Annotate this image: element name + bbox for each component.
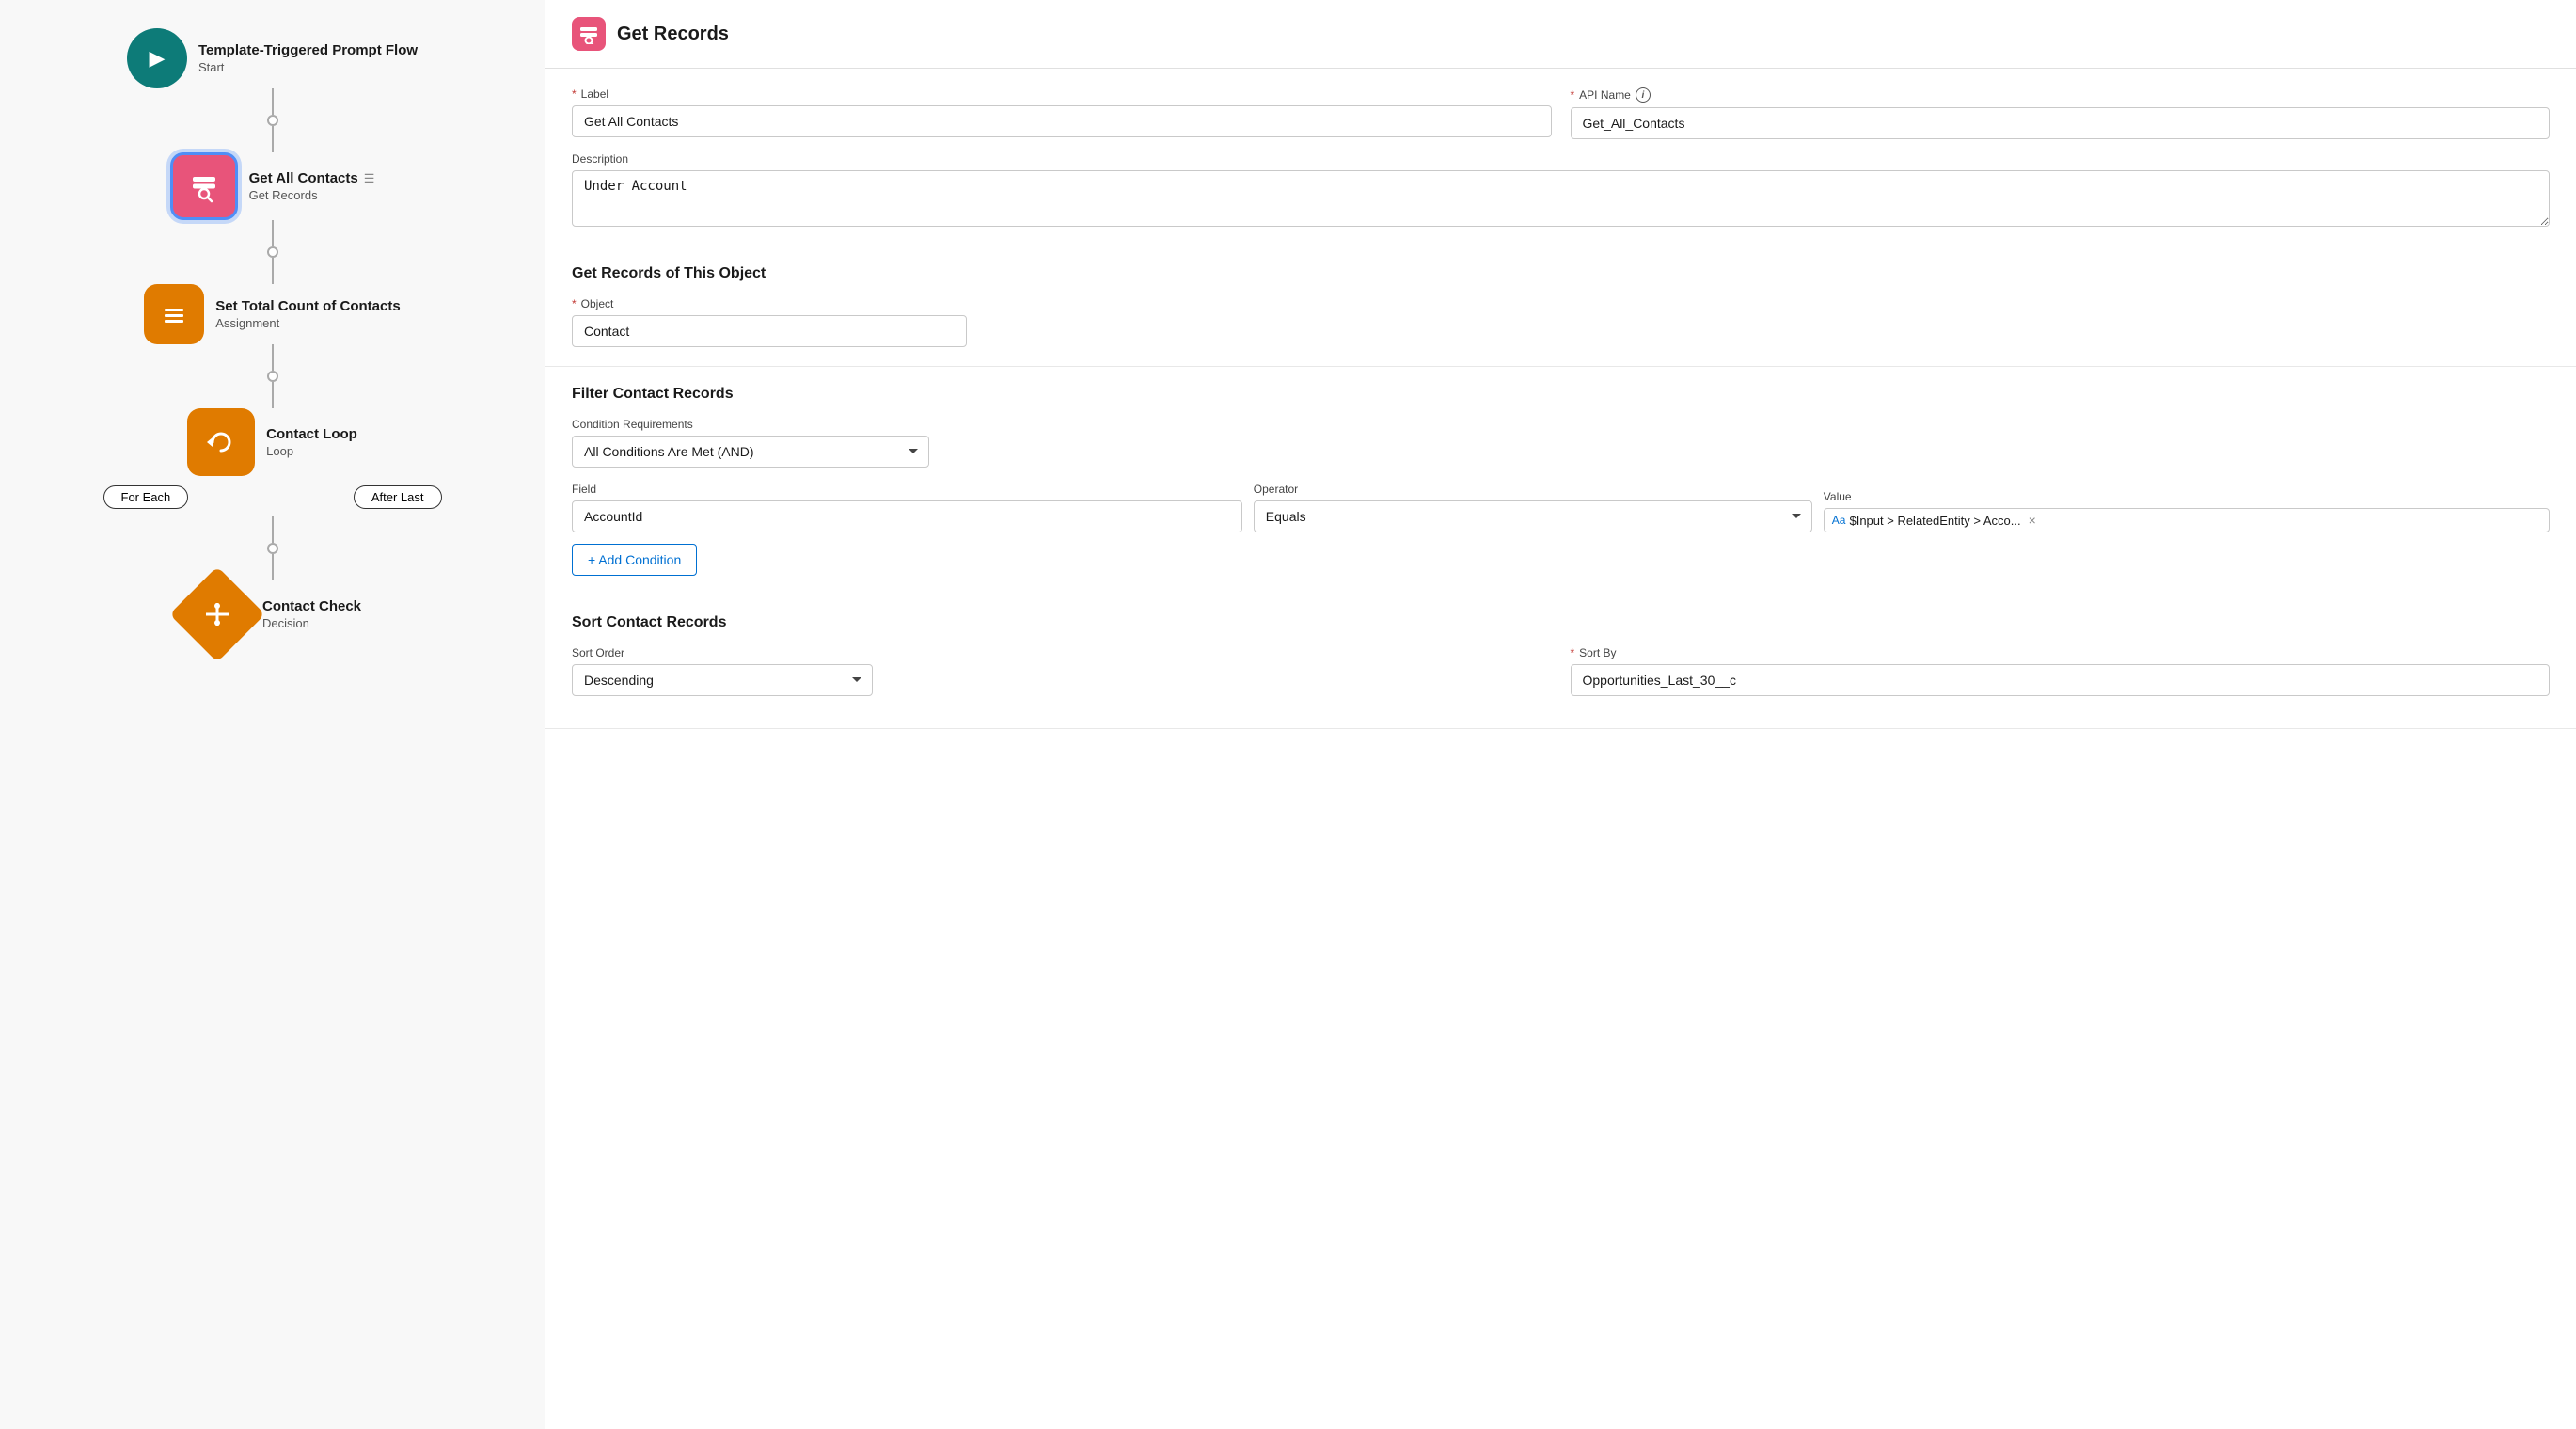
description-textarea[interactable]: Under Account (572, 170, 2550, 227)
records-svg (187, 169, 221, 203)
start-node: ▶ Template-Triggered Prompt Flow Start (127, 28, 418, 88)
description-group: Description Under Account (572, 152, 2550, 227)
description-label: Description (572, 152, 2550, 166)
api-name-input[interactable] (1571, 107, 2551, 139)
tag-close-icon[interactable]: × (2029, 513, 2036, 528)
condition-operator-label: Operator (1254, 483, 1812, 496)
connector-6 (272, 382, 274, 408)
set-total-count-node: Set Total Count of Contacts Assignment (144, 284, 400, 344)
get-contacts-info-icon[interactable]: ☰ (364, 171, 375, 186)
tag-type-icon: Aa (1832, 514, 1846, 527)
contact-check-label: Contact Check (262, 598, 361, 614)
contact-check-sublabel: Decision (262, 616, 361, 630)
label-group: * Label (572, 87, 1552, 139)
condition-requirements-group: Condition Requirements All Conditions Ar… (572, 418, 929, 468)
properties-panel: Get Records * Label * API Name i (545, 0, 2576, 1429)
decision-node-icon[interactable] (169, 566, 265, 662)
sort-by-group: * Sort By (1571, 646, 2551, 696)
connector-5 (272, 344, 274, 371)
condition-field-input[interactable] (572, 500, 1242, 532)
api-name-info-icon[interactable]: i (1636, 87, 1651, 103)
set-total-count-label: Set Total Count of Contacts (215, 298, 400, 314)
object-group: * Object (572, 297, 2550, 347)
condition-field-group: Field (572, 483, 1242, 532)
sort-by-label: * Sort By (1571, 646, 2551, 659)
sort-order-select[interactable]: Ascending Descending (572, 664, 873, 696)
sort-order-group: Sort Order Ascending Descending (572, 646, 1552, 696)
api-name-group: * API Name i (1571, 87, 2551, 139)
api-name-field-label: * API Name i (1571, 87, 2551, 103)
object-input[interactable] (572, 315, 967, 347)
dot-4 (267, 543, 278, 554)
contact-loop-sublabel: Loop (266, 444, 357, 458)
sort-row: Sort Order Ascending Descending * Sort B… (572, 646, 2550, 696)
sort-by-input[interactable] (1571, 664, 2551, 696)
contact-loop-label: Contact Loop (266, 426, 357, 442)
condition-field-label: Field (572, 483, 1242, 496)
dot-1 (267, 115, 278, 126)
panel-header: Get Records (545, 0, 2576, 69)
filter-section-title: Filter Contact Records (572, 386, 2550, 403)
condition-requirements-label: Condition Requirements (572, 418, 929, 431)
assignment-svg (159, 299, 189, 329)
panel-title: Get Records (617, 24, 729, 45)
condition-operator-select[interactable]: Equals Not Equal To Contains Starts With… (1254, 500, 1812, 532)
add-condition-button[interactable]: + Add Condition (572, 544, 697, 576)
get-all-contacts-node: Get All Contacts ☰ Get Records (170, 152, 375, 220)
after-last-branch: After Last (354, 485, 442, 516)
for-each-label[interactable]: For Each (103, 485, 189, 509)
dot-2 (267, 246, 278, 258)
after-last-label[interactable]: After Last (354, 485, 442, 509)
filter-section: Filter Contact Records Condition Require… (545, 367, 2576, 595)
loop-node-icon[interactable] (187, 408, 255, 476)
set-total-count-sublabel: Assignment (215, 316, 400, 330)
label-api-row: * Label * API Name i (572, 87, 2550, 139)
connector-7 (272, 516, 274, 543)
sort-order-label: Sort Order (572, 646, 1552, 659)
flow-canvas: ▶ Template-Triggered Prompt Flow Start (0, 0, 545, 1429)
object-field-label: * Object (572, 297, 2550, 310)
condition-operator-group: Operator Equals Not Equal To Contains St… (1254, 483, 1812, 532)
condition-value-tag: Aa $Input > RelatedEntity > Acco... × (1832, 513, 2036, 528)
get-contacts-node-sublabel: Get Records (249, 188, 375, 202)
get-records-node-icon[interactable] (170, 152, 238, 220)
start-node-sublabel: Start (198, 60, 418, 74)
label-field-label: * Label (572, 87, 1552, 101)
connector-2 (272, 126, 274, 152)
connector-3 (272, 220, 274, 246)
start-node-label: Template-Triggered Prompt Flow (198, 42, 418, 58)
contact-loop-section: Contact Loop Loop For Each After Last (19, 408, 526, 648)
panel-header-icon (572, 17, 606, 51)
label-input[interactable] (572, 105, 1552, 137)
contact-check-node: Contact Check Decision (183, 580, 361, 648)
condition-requirements-select[interactable]: All Conditions Are Met (AND) Any Conditi… (572, 436, 929, 468)
panel-header-icon-svg (578, 24, 599, 44)
label-api-section: * Label * API Name i Description Under A… (545, 69, 2576, 246)
dot-3 (267, 371, 278, 382)
start-node-icon[interactable]: ▶ (127, 28, 187, 88)
condition-row-0: Field Operator Equals Not Equal To Conta… (572, 483, 2550, 532)
tag-text: $Input > RelatedEntity > Acco... (1849, 514, 2020, 528)
condition-value-wrapper[interactable]: Aa $Input > RelatedEntity > Acco... × (1824, 508, 2550, 532)
object-section: Get Records of This Object * Object (545, 246, 2576, 367)
sort-section: Sort Contact Records Sort Order Ascendin… (545, 595, 2576, 729)
for-each-branch: For Each (103, 485, 189, 516)
get-contacts-node-label: Get All Contacts (249, 170, 358, 186)
sort-section-title: Sort Contact Records (572, 614, 2550, 631)
connector-1 (272, 88, 274, 115)
connector-4 (272, 258, 274, 284)
condition-value-label: Value (1824, 490, 2550, 503)
connector-8 (272, 554, 274, 580)
assignment-node-icon[interactable] (144, 284, 204, 344)
condition-value-group: Value Aa $Input > RelatedEntity > Acco..… (1824, 490, 2550, 532)
object-section-title: Get Records of This Object (572, 265, 2550, 282)
decision-svg (200, 597, 234, 631)
loop-svg (203, 424, 239, 460)
